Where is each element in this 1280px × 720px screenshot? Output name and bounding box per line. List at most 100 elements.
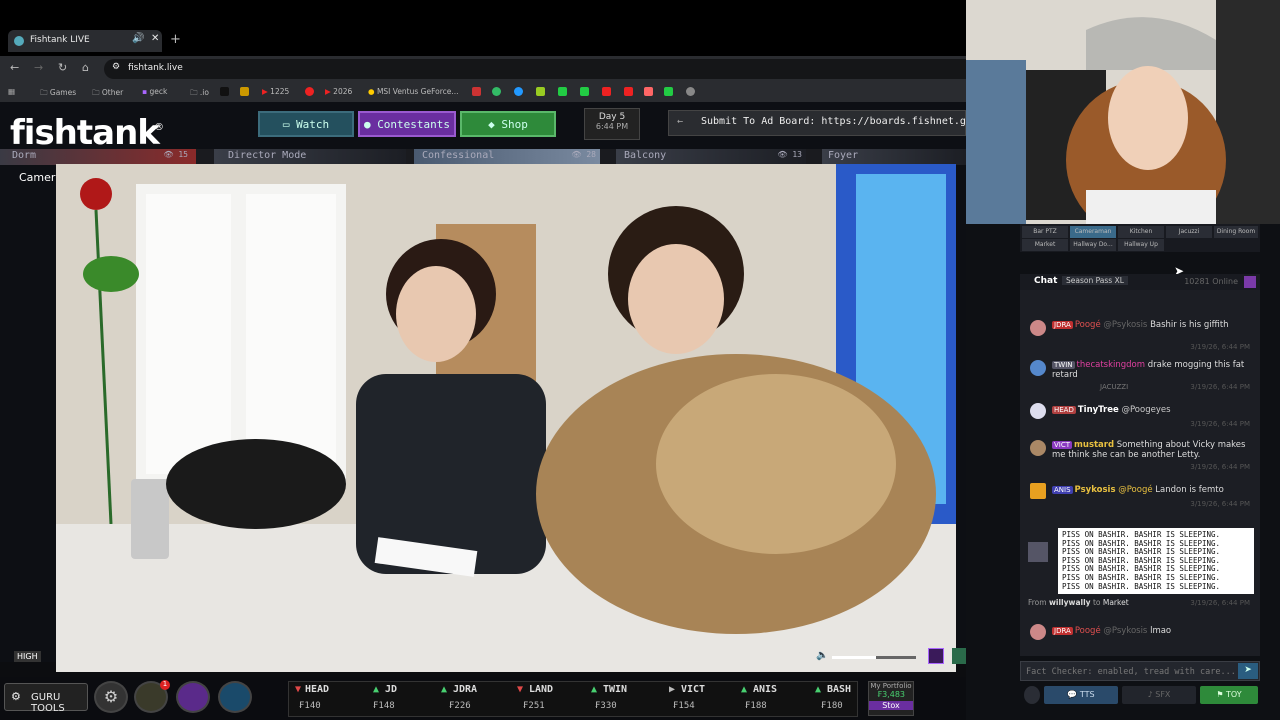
quality-badge[interactable]: HIGH xyxy=(14,651,41,662)
bookmark-icon[interactable] xyxy=(664,87,673,96)
room-hallway-down[interactable]: Hallway Do... xyxy=(1070,239,1116,251)
shop-button[interactable]: ◆ Shop xyxy=(460,111,556,137)
volume-control[interactable]: 🔈 xyxy=(816,648,918,666)
contestants-button[interactable]: ● Contestants xyxy=(358,111,456,137)
bookmark-youtube-1225[interactable]: ▶ 1225 xyxy=(262,87,289,96)
speaker-icon[interactable]: 🔈 xyxy=(816,650,828,661)
new-tab-icon[interactable]: + xyxy=(170,32,181,47)
live-video-player[interactable] xyxy=(56,164,956,672)
bookmark-other[interactable]: 🗀 Other xyxy=(92,87,123,100)
bookmark-geck[interactable]: ▪ geck xyxy=(142,87,167,96)
chat-username[interactable]: TinyTree xyxy=(1078,405,1119,415)
room-label: JACUZZI xyxy=(1100,383,1129,391)
room-dining-room[interactable]: Dining Room xyxy=(1214,226,1258,238)
camera-tab-director-mode[interactable]: Director Mode xyxy=(214,149,406,165)
chat-username[interactable]: Poogé xyxy=(1075,320,1101,330)
toy-button[interactable]: ⚑ TOY xyxy=(1200,686,1258,704)
avatar[interactable] xyxy=(1030,360,1046,376)
bookmark-icon[interactable] xyxy=(472,87,481,96)
bookmark-games[interactable]: 🗀 Games xyxy=(40,87,76,100)
portfolio-widget[interactable]: My Portfolio ₣3,483 Stox xyxy=(868,681,914,716)
shop-icon: ◆ xyxy=(488,118,495,131)
forward-icon[interactable]: → xyxy=(34,61,43,74)
bookmark-icon[interactable] xyxy=(558,87,567,96)
avatar[interactable] xyxy=(1030,483,1046,499)
season-pass-tab[interactable]: Season Pass XL xyxy=(1062,276,1128,285)
reload-icon[interactable]: ↻ xyxy=(58,61,67,74)
bookmark-icon[interactable] xyxy=(644,87,653,96)
close-tab-icon[interactable]: ✕ xyxy=(151,33,159,44)
bookmark-icon[interactable] xyxy=(220,87,229,96)
gear-icon: ⚙ xyxy=(11,690,21,703)
browser-tab[interactable]: Fishtank LIVE 🔊 ✕ xyxy=(8,30,162,52)
room-jacuzzi[interactable]: Jacuzzi xyxy=(1166,226,1212,238)
tts-button[interactable]: 💬 TTS xyxy=(1044,686,1118,704)
chat-input[interactable]: Fact Checker: enabled, tread with care..… xyxy=(1020,661,1260,681)
viewer-count: 👁 15 xyxy=(163,150,188,159)
tool-icon[interactable] xyxy=(218,681,252,713)
bookmark-label: geck xyxy=(149,87,168,96)
avatar[interactable] xyxy=(1030,403,1046,419)
sfx-button[interactable]: ♪ SFX xyxy=(1122,686,1196,704)
camera-tab-balcony[interactable]: Balcony 👁 13 xyxy=(616,149,806,165)
chat-timestamp: 3/19/26, 6:44 PM xyxy=(1190,420,1250,428)
back-arrow-icon[interactable]: ← xyxy=(677,116,683,127)
contestant-badge: HEAD xyxy=(1052,406,1076,414)
chat-username[interactable]: Poogé xyxy=(1075,626,1101,636)
avatar[interactable] xyxy=(1030,624,1046,640)
avatar[interactable] xyxy=(1030,440,1046,456)
ad-board-link[interactable]: ← Submit To Ad Board: https://boards.fis… xyxy=(668,110,966,136)
camera-tab-dorm[interactable]: Dorm 👁 15 xyxy=(0,149,196,165)
bookmark-label: Games xyxy=(49,88,77,97)
bookmark-icon[interactable] xyxy=(305,87,314,96)
room-hallway-up[interactable]: Hallway Up xyxy=(1118,239,1164,251)
room-market[interactable]: Market xyxy=(1022,239,1068,251)
item-icon[interactable] xyxy=(176,681,210,713)
chat-username[interactable]: mustard xyxy=(1074,440,1114,450)
chat-timestamp: 3/19/26, 6:44 PM xyxy=(1190,500,1250,508)
tts-sender[interactable]: willywally xyxy=(1049,598,1091,607)
settings-gear-icon[interactable]: ⚙ xyxy=(94,681,128,713)
chat-timestamp: 3/19/26, 6:44 PM xyxy=(1190,383,1250,391)
speaker-icon[interactable]: 🔊 xyxy=(132,33,144,44)
camera-tab-foyer[interactable]: Foyer xyxy=(822,149,966,165)
camera-tab-confessional[interactable]: Confessional 👁 28 xyxy=(414,149,600,165)
tts-message-box: PISS ON BASHIR. BASHIR IS SLEEPING. PISS… xyxy=(1058,528,1254,594)
send-icon[interactable]: ➤ xyxy=(1238,663,1258,679)
stock-value: ₣188 xyxy=(745,701,767,711)
bookmark-icon[interactable] xyxy=(536,87,545,96)
bookmark-io[interactable]: 🗀 .io xyxy=(190,87,209,100)
picture-in-picture-icon[interactable] xyxy=(928,648,944,664)
emoji-icon[interactable] xyxy=(1024,686,1040,704)
url-field[interactable]: ⚙ fishtank.live xyxy=(104,59,966,79)
site-info-icon[interactable]: ⚙ xyxy=(112,62,120,72)
chat-username[interactable]: thecatskingdom xyxy=(1077,360,1146,370)
bookmark-icon[interactable] xyxy=(624,87,633,96)
github-icon[interactable] xyxy=(686,87,695,96)
bookmark-icon[interactable] xyxy=(602,87,611,96)
camera-tab-label: Confessional xyxy=(422,150,495,161)
stock-value: ₣154 xyxy=(673,701,695,711)
guru-tools-button[interactable]: ⚙ GURU TOOLS xyxy=(4,683,88,714)
room-bar-ptz[interactable]: Bar PTZ xyxy=(1022,226,1068,238)
chat-settings-icon[interactable] xyxy=(1244,276,1256,288)
back-icon[interactable]: ← xyxy=(10,61,19,74)
bookmark-icon[interactable] xyxy=(240,87,249,96)
avatar[interactable] xyxy=(1028,542,1048,562)
room-kitchen[interactable]: Kitchen xyxy=(1118,226,1164,238)
bookmark-icon[interactable] xyxy=(580,87,589,96)
avatar[interactable] xyxy=(1030,320,1046,336)
bookmark-icon[interactable] xyxy=(492,87,501,96)
room-cameraman[interactable]: Cameraman xyxy=(1070,226,1116,238)
bookmark-msi[interactable]: ● MSI Ventus GeForce... xyxy=(368,87,459,96)
stox-button[interactable]: Stox xyxy=(869,701,913,710)
home-icon[interactable]: ⌂ xyxy=(82,61,89,74)
chat-text: lmao xyxy=(1150,626,1172,636)
fishtank-logo[interactable]: fishtank xyxy=(10,113,160,153)
apps-grid-icon[interactable]: ▦ xyxy=(8,87,15,96)
chat-tab[interactable]: Chat xyxy=(1034,276,1057,286)
bookmark-icon[interactable] xyxy=(514,87,523,96)
bookmark-youtube-2026[interactable]: ▶ 2026 xyxy=(325,87,352,96)
watch-button[interactable]: ▭ Watch xyxy=(258,111,354,137)
chat-username[interactable]: Psykosis xyxy=(1075,485,1116,495)
